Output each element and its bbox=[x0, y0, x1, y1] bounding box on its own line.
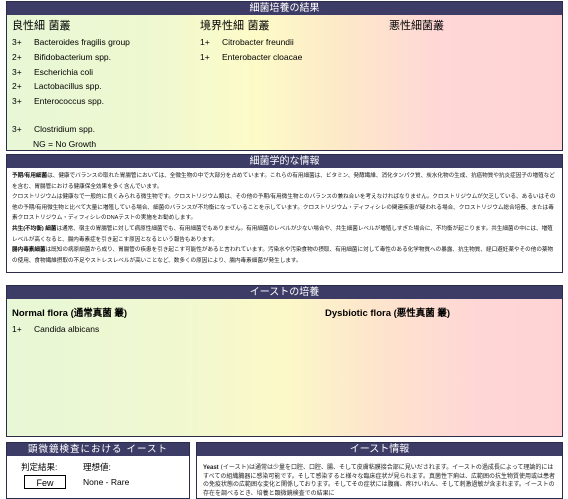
list-item: 3+ Escherichia coli bbox=[12, 67, 93, 77]
growth-level: 2+ bbox=[12, 81, 22, 91]
info-term: 共生(不均衡) 細菌 bbox=[12, 225, 57, 232]
info-paragraph: 腸内毒素細菌は既知の病原細菌から成り、胃腸管の疾患を引き起こす可能性があると言わ… bbox=[12, 245, 557, 266]
info-text: は、健康でバランスの取れた胃腸管においては、全微生物の中で大部分を占めています。… bbox=[12, 173, 555, 190]
yeast-culture-body: Normal flora (通常真菌 叢) Dysbiotic flora (悪… bbox=[7, 299, 562, 436]
organism-name: Escherichia coli bbox=[34, 67, 94, 77]
microbiology-info-panel: 細菌学的な情報 予期/有用細菌は、健康でバランスの取れた胃腸管においては、全微生… bbox=[6, 154, 563, 273]
organism-name: Citrobacter freundii bbox=[222, 37, 294, 47]
microscopy-yeast-panel: 顕微鏡検査における イースト 判定結果: 理想値: Few None - Rar… bbox=[6, 442, 190, 499]
organism-name: Clostridium spp. bbox=[34, 124, 95, 134]
bacteria-culture-panel: 細菌培養の結果 良性細 菌叢 境界性細 菌叢 悪性細菌叢 3+ Bacteroid… bbox=[6, 1, 563, 151]
growth-level: 2+ bbox=[12, 52, 22, 62]
info-term: Yeast bbox=[203, 465, 219, 471]
organism-name: Lactobacillus spp. bbox=[34, 81, 102, 91]
info-text: は通常、宿主の胃腸管に対して病原性細菌でも、有用細菌でもありません。有用細菌のレ… bbox=[12, 225, 553, 243]
growth-level: 3+ bbox=[12, 37, 22, 47]
info-text: は既知の病原細菌から成り、胃腸管の疾患を引き起こす可能性があると言われています。… bbox=[12, 247, 554, 264]
growth-level: 1+ bbox=[200, 52, 210, 62]
expected-value: None - Rare bbox=[83, 477, 130, 487]
yeast-culture-title: イーストの培養 bbox=[7, 286, 562, 299]
no-growth-footnote: NG = No Growth bbox=[33, 139, 97, 149]
expected-label: 理想値: bbox=[83, 462, 111, 472]
list-item: 3+ Clostridium spp. bbox=[12, 124, 95, 134]
growth-level: 3+ bbox=[12, 124, 22, 134]
bacteria-culture-body: 良性細 菌叢 境界性細 菌叢 悪性細菌叢 3+ Bacteroides fragi… bbox=[7, 15, 562, 150]
list-item: 2+ Lactobacillus spp. bbox=[12, 81, 102, 91]
result-label: 判定結果: bbox=[21, 462, 58, 472]
info-text: (イースト)は通常は少量を口腔、口腔、腸、そして皮膚粘膜接合部に見いだされます。… bbox=[203, 464, 555, 497]
result-value-box: Few bbox=[24, 475, 66, 489]
list-item: 1+ Citrobacter freundii bbox=[200, 37, 294, 47]
yeast-culture-panel: イーストの培養 Normal flora (通常真菌 叢) Dysbiotic … bbox=[6, 285, 563, 437]
organism-name: Enterobacter cloacae bbox=[222, 52, 303, 62]
organism-name: Candida albicans bbox=[34, 324, 100, 334]
growth-level: 3+ bbox=[12, 96, 22, 106]
normal-flora-heading: 良性細 菌叢 bbox=[12, 19, 71, 32]
yeast-info-panel: イースト情報 Yeast (イースト)は通常は少量を口腔、口腔、腸、そして皮膚粘… bbox=[196, 442, 563, 499]
info-text: クロストリジウムは健康なで一般的に良くみられる微生物です。クロストリジウム類は、… bbox=[12, 194, 556, 222]
list-item: 2+ Bifidobacterium spp. bbox=[12, 52, 111, 62]
microbiology-info-body: 予期/有用細菌は、健康でバランスの取れた胃腸管においては、全微生物の中で大部分を… bbox=[7, 168, 562, 266]
growth-level: 3+ bbox=[12, 67, 22, 77]
info-paragraph: クロストリジウムは健康なで一般的に良くみられる微生物です。クロストリジウム類は、… bbox=[12, 192, 557, 224]
list-item: 1+ Enterobacter cloacae bbox=[200, 52, 302, 62]
organism-name: Bacteroides fragilis group bbox=[34, 37, 130, 47]
yeast-info-body: Yeast (イースト)は通常は少量を口腔、口腔、腸、そして皮膚粘膜接合部に見い… bbox=[197, 456, 562, 498]
info-term: 予期/有用細菌 bbox=[12, 173, 48, 179]
dysbiotic-flora-heading: 悪性細菌叢 bbox=[389, 19, 444, 32]
microbiology-info-title: 細菌学的な情報 bbox=[7, 155, 562, 168]
list-item: 3+ Bacteroides fragilis group bbox=[12, 37, 130, 47]
growth-level: 1+ bbox=[200, 37, 210, 47]
info-term: 腸内毒素細菌 bbox=[12, 247, 46, 254]
yeast-info-title: イースト情報 bbox=[197, 443, 562, 456]
info-paragraph: 共生(不均衡) 細菌は通常、宿主の胃腸管に対して病原性細菌でも、有用細菌でもあり… bbox=[12, 224, 557, 245]
microscopy-yeast-title: 顕微鏡検査における イースト bbox=[7, 443, 189, 456]
borderline-flora-heading: 境界性細 菌叢 bbox=[200, 19, 270, 32]
dysbiotic-yeast-heading: Dysbiotic flora (悪性真菌 叢) bbox=[325, 308, 451, 319]
info-paragraph: 予期/有用細菌は、健康でバランスの取れた胃腸管においては、全微生物の中で大部分を… bbox=[12, 171, 557, 192]
list-item: 3+ Enterococcus spp. bbox=[12, 96, 104, 106]
growth-level: 1+ bbox=[12, 324, 22, 334]
list-item: 1+ Candida albicans bbox=[12, 324, 99, 334]
organism-name: Enterococcus spp. bbox=[34, 96, 104, 106]
organism-name: Bifidobacterium spp. bbox=[34, 52, 112, 62]
bacteria-culture-title: 細菌培養の結果 bbox=[7, 2, 562, 15]
normal-yeast-heading: Normal flora (通常真菌 叢) bbox=[12, 308, 128, 319]
